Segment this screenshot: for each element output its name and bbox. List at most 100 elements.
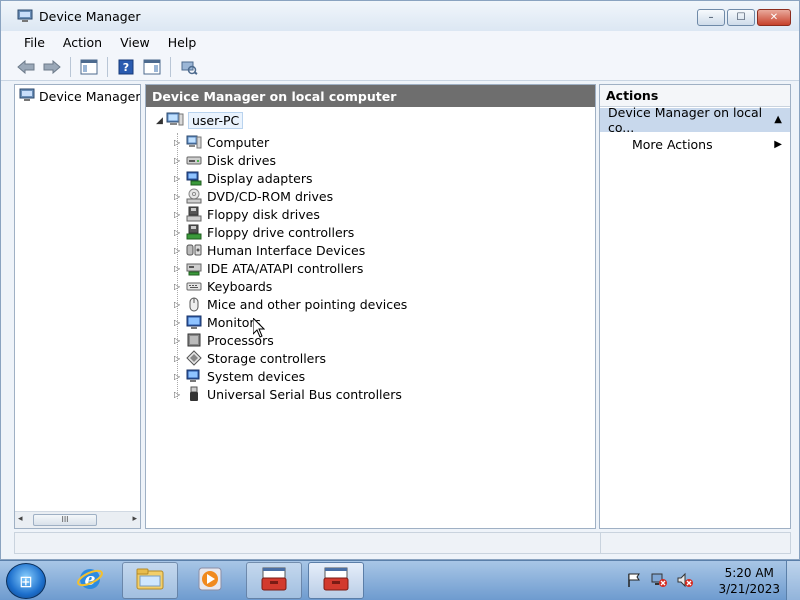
- device-category-computer[interactable]: ▷ Computer: [174, 133, 269, 151]
- collapse-caret-icon[interactable]: ▲: [774, 114, 782, 125]
- menu-action[interactable]: Action: [54, 35, 111, 50]
- processor-icon: [186, 332, 202, 348]
- scroll-left-icon[interactable]: ◂: [18, 514, 23, 524]
- minimize-button[interactable]: –: [697, 9, 725, 26]
- menu-file[interactable]: File: [15, 35, 54, 50]
- expand-icon[interactable]: ▷: [174, 390, 186, 399]
- taskbar-app-media-player[interactable]: [182, 562, 238, 599]
- expand-icon[interactable]: ▷: [174, 228, 186, 237]
- menu-help[interactable]: Help: [159, 35, 206, 50]
- expand-icon[interactable]: ▷: [174, 192, 186, 201]
- scrollbar-thumb[interactable]: III: [33, 514, 97, 526]
- forward-arrow-icon[interactable]: [41, 56, 63, 78]
- taskbar-app-internet-explorer[interactable]: e: [62, 562, 118, 599]
- taskbar: ⊞ e 5:20 AM 3/21/2023: [0, 560, 800, 600]
- internet-explorer-icon: e: [76, 565, 104, 596]
- taskbar-app-windows-explorer[interactable]: [122, 562, 178, 599]
- expand-icon[interactable]: ▷: [174, 246, 186, 255]
- expand-icon[interactable]: ▷: [174, 282, 186, 291]
- close-button[interactable]: ✕: [757, 9, 791, 26]
- device-category-dvd-cd-rom-drives[interactable]: ▷ DVD/CD-ROM drives: [174, 187, 333, 205]
- menu-bar: File Action View Help: [1, 31, 799, 53]
- device-category-human-interface-devices[interactable]: ▷ Human Interface Devices: [174, 241, 365, 259]
- expand-icon[interactable]: ▷: [174, 174, 186, 183]
- expand-icon[interactable]: ▷: [174, 264, 186, 273]
- expand-icon[interactable]: ▷: [174, 336, 186, 345]
- title-bar[interactable]: Device Manager – ☐ ✕: [1, 1, 799, 31]
- more-actions-item[interactable]: More Actions ▶: [600, 132, 790, 156]
- device-manager-app-icon: [17, 8, 33, 24]
- expand-icon[interactable]: ▷: [174, 300, 186, 309]
- expand-icon[interactable]: ▷: [174, 210, 186, 219]
- device-category-label: IDE ATA/ATAPI controllers: [207, 260, 364, 276]
- device-category-ide-ata-atapi-controllers[interactable]: ▷ IDE ATA/ATAPI controllers: [174, 259, 363, 277]
- start-button[interactable]: ⊞: [6, 563, 46, 599]
- device-category-monitors[interactable]: ▷ Monitors: [174, 313, 261, 331]
- device-category-storage-controllers[interactable]: ▷ Storage controllers: [174, 349, 326, 367]
- expand-icon[interactable]: ▷: [174, 318, 186, 327]
- svg-text:?: ?: [123, 61, 129, 74]
- system-tray: 5:20 AM 3/21/2023: [626, 565, 780, 597]
- maximize-button[interactable]: ☐: [727, 9, 755, 26]
- status-bar-divider: [600, 533, 601, 553]
- device-category-label: Disk drives: [207, 152, 276, 168]
- show-hide-console-tree-icon[interactable]: [78, 56, 100, 78]
- computer-icon: [186, 134, 202, 150]
- floppy-drive-icon: [186, 206, 202, 222]
- console-tree-item-device-manager[interactable]: Device Manager or: [19, 87, 141, 106]
- device-category-label: System devices: [207, 368, 306, 384]
- toolbox-icon: [259, 566, 289, 595]
- device-category-label: Floppy drive controllers: [207, 224, 355, 240]
- console-tree-pane: Device Manager or ◂ III ▸: [14, 84, 141, 529]
- device-category-floppy-drive-controllers[interactable]: ▷ Floppy drive controllers: [174, 223, 354, 241]
- device-category-label: Mice and other pointing devices: [207, 296, 408, 312]
- clock-time: 5:20 AM: [724, 566, 774, 580]
- scan-hardware-icon[interactable]: [178, 56, 200, 78]
- media-player-icon: [196, 565, 224, 596]
- ide-controller-icon: [186, 260, 202, 276]
- actions-pane: Actions Device Manager on local co... ▲ …: [599, 84, 791, 529]
- device-category-floppy-disk-drives[interactable]: ▷ Floppy disk drives: [174, 205, 320, 223]
- keyboard-icon: [186, 278, 202, 294]
- clock[interactable]: 5:20 AM 3/21/2023: [718, 565, 780, 597]
- help-icon[interactable]: ?: [115, 56, 137, 78]
- taskbar-app-toolbox-1[interactable]: [246, 562, 302, 599]
- menu-view[interactable]: View: [111, 35, 159, 50]
- horizontal-scrollbar[interactable]: ◂ III ▸: [15, 511, 140, 528]
- computer-root-icon: [166, 111, 184, 130]
- device-category-label: Floppy disk drives: [207, 206, 320, 222]
- device-category-label: Storage controllers: [207, 350, 327, 366]
- taskbar-app-device-manager[interactable]: [308, 562, 364, 599]
- disk-drive-icon: [186, 152, 202, 168]
- device-category-label: Universal Serial Bus controllers: [207, 386, 402, 402]
- device-category-universal-serial-bus-controllers[interactable]: ▷ Universal Serial Bus controllers: [174, 385, 402, 403]
- device-tree-header: Device Manager on local computer: [146, 85, 595, 107]
- tree-root-label: user-PC: [188, 112, 244, 129]
- expand-icon[interactable]: ▷: [174, 156, 186, 165]
- hid-icon: [186, 242, 202, 258]
- toolbox-icon: [321, 566, 351, 595]
- volume-muted-icon[interactable]: [676, 572, 694, 591]
- expand-icon[interactable]: ▷: [174, 372, 186, 381]
- console-tree-item-label: Device Manager or: [39, 89, 141, 104]
- status-bar: [14, 532, 791, 554]
- dvd-drive-icon: [186, 188, 202, 204]
- back-arrow-icon[interactable]: [15, 56, 37, 78]
- device-category-display-adapters[interactable]: ▷ Display adapters: [174, 169, 312, 187]
- action-center-flag-icon[interactable]: [626, 572, 642, 591]
- device-category-disk-drives[interactable]: ▷ Disk drives: [174, 151, 276, 169]
- show-hide-action-pane-icon[interactable]: [141, 56, 163, 78]
- expand-icon[interactable]: ▷: [174, 354, 186, 363]
- expand-icon[interactable]: ▷: [174, 138, 186, 147]
- collapse-icon[interactable]: ◢: [156, 116, 166, 126]
- network-icon[interactable]: [650, 572, 668, 591]
- device-category-mice-and-other-pointing-devices[interactable]: ▷ Mice and other pointing devices: [174, 295, 407, 313]
- device-category-keyboards[interactable]: ▷ Keyboards: [174, 277, 272, 295]
- show-desktop-button[interactable]: [786, 561, 800, 600]
- scroll-right-icon[interactable]: ▸: [132, 514, 137, 524]
- tree-root-user-pc[interactable]: ◢ user-PC: [156, 111, 244, 130]
- actions-header: Actions: [600, 85, 790, 107]
- actions-section-device-manager[interactable]: Device Manager on local co... ▲: [600, 105, 790, 135]
- toolbar-separator: [70, 56, 71, 77]
- device-category-system-devices[interactable]: ▷ System devices: [174, 367, 305, 385]
